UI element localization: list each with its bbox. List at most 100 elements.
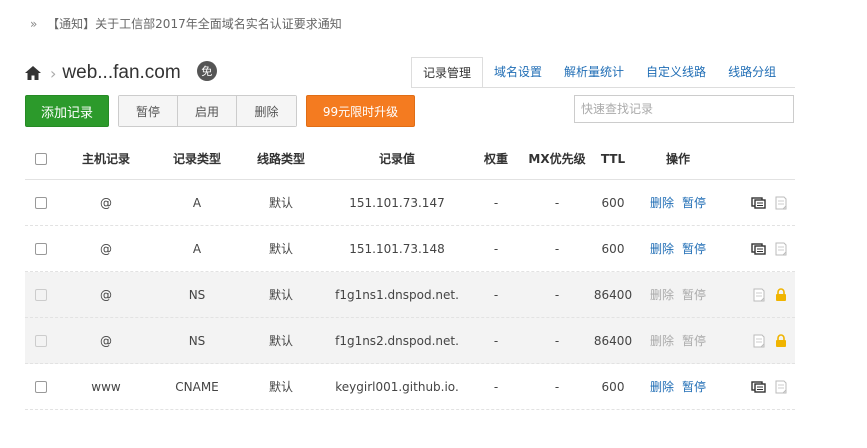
value-cell: 151.101.73.147 bbox=[349, 195, 445, 210]
table-header: 主机记录 记录类型 线路类型 记录值 权重 MX优先级 TTL 操作 bbox=[25, 138, 795, 180]
pause-button[interactable]: 暂停 bbox=[119, 96, 178, 126]
chevron-right-icon: › bbox=[50, 63, 57, 83]
type-cell: A bbox=[192, 195, 202, 210]
lock-icon bbox=[776, 333, 786, 347]
select-all-checkbox[interactable] bbox=[35, 152, 47, 165]
type-cell: NS bbox=[188, 287, 206, 302]
weight-cell: - bbox=[493, 379, 499, 394]
row-delete-link[interactable]: 删除 bbox=[650, 332, 674, 349]
free-plan-badge: 免 bbox=[196, 61, 217, 81]
row-checkbox[interactable] bbox=[35, 334, 47, 347]
note-icon[interactable] bbox=[751, 288, 767, 302]
header-weight: 权重 bbox=[483, 152, 508, 166]
tab-records[interactable]: 记录管理 bbox=[411, 57, 484, 88]
table-body: @ A 默认 151.101.73.147 - - 600 删除 暂停 @ A … bbox=[25, 180, 795, 410]
icons-cell bbox=[723, 196, 795, 210]
host-cell: @ bbox=[100, 241, 112, 256]
note-icon[interactable] bbox=[773, 242, 789, 256]
value-cell: 151.101.73.148 bbox=[349, 241, 445, 256]
tab-divider bbox=[411, 87, 795, 88]
mx-cell: - bbox=[554, 241, 560, 256]
notice-bullet: » bbox=[30, 17, 38, 31]
note-icon[interactable] bbox=[773, 196, 789, 210]
host-cell: www bbox=[91, 379, 121, 394]
ops-cell: 删除 暂停 bbox=[633, 378, 723, 395]
row-select-cell bbox=[25, 242, 57, 255]
remark-icon[interactable] bbox=[751, 242, 767, 256]
row-pause-link[interactable]: 暂停 bbox=[682, 378, 706, 395]
type-cell: CNAME bbox=[175, 379, 219, 394]
mx-cell: - bbox=[554, 379, 560, 394]
row-select-cell bbox=[25, 196, 57, 209]
ops-cell: 删除 暂停 bbox=[633, 286, 723, 303]
row-select-cell bbox=[25, 380, 57, 393]
delete-button[interactable]: 删除 bbox=[237, 96, 296, 126]
select-all-cell bbox=[25, 152, 57, 165]
host-cell: @ bbox=[100, 195, 112, 210]
tab-custom-lines[interactable]: 自定义线路 bbox=[635, 57, 717, 88]
row-select-cell bbox=[25, 288, 57, 301]
mx-cell: - bbox=[554, 195, 560, 210]
note-icon[interactable] bbox=[773, 380, 789, 394]
ttl-cell: 600 bbox=[601, 379, 625, 394]
row-delete-link[interactable]: 删除 bbox=[650, 240, 674, 257]
records-table: 主机记录 记录类型 线路类型 记录值 权重 MX优先级 TTL 操作 @ A 默… bbox=[25, 138, 795, 410]
value-cell: f1g1ns2.dnspod.net. bbox=[335, 333, 459, 348]
row-checkbox[interactable] bbox=[35, 380, 47, 393]
batch-action-group: 暂停 启用 删除 bbox=[118, 95, 297, 127]
icons-cell bbox=[723, 333, 795, 348]
row-pause-link[interactable]: 暂停 bbox=[682, 286, 706, 303]
icons-cell bbox=[723, 380, 795, 394]
notice-link[interactable]: 【通知】关于工信部2017年全面域名实名认证要求通知 bbox=[47, 17, 342, 31]
line-cell: 默认 bbox=[268, 242, 293, 256]
tab-query-stats[interactable]: 解析量统计 bbox=[553, 57, 635, 88]
ttl-cell: 600 bbox=[601, 195, 625, 210]
notice-bar: » 【通知】关于工信部2017年全面域名实名认证要求通知 bbox=[30, 15, 342, 33]
header-value: 记录值 bbox=[378, 152, 415, 166]
header-ops: 操作 bbox=[665, 152, 690, 166]
header-host: 主机记录 bbox=[81, 152, 130, 166]
upgrade-button[interactable]: 99元限时升级 bbox=[306, 95, 415, 127]
row-pause-link[interactable]: 暂停 bbox=[682, 194, 706, 211]
mx-cell: - bbox=[554, 333, 560, 348]
weight-cell: - bbox=[493, 287, 499, 302]
row-delete-link[interactable]: 删除 bbox=[650, 194, 674, 211]
tab-line-groups[interactable]: 线路分组 bbox=[717, 57, 787, 88]
type-cell: A bbox=[192, 241, 202, 256]
type-cell: NS bbox=[188, 333, 206, 348]
row-delete-link[interactable]: 删除 bbox=[650, 378, 674, 395]
table-row: www CNAME 默认 keygirl001.github.io. - - 6… bbox=[25, 364, 795, 410]
enable-button[interactable]: 启用 bbox=[178, 96, 237, 126]
row-select-cell bbox=[25, 334, 57, 347]
ops-cell: 删除 暂停 bbox=[633, 194, 723, 211]
value-cell: f1g1ns1.dnspod.net. bbox=[335, 287, 459, 302]
line-cell: 默认 bbox=[268, 334, 293, 348]
home-icon[interactable] bbox=[24, 64, 42, 82]
host-cell: @ bbox=[100, 333, 112, 348]
tab-domain-settings[interactable]: 域名设置 bbox=[483, 57, 553, 88]
note-icon[interactable] bbox=[751, 334, 767, 348]
row-checkbox[interactable] bbox=[35, 242, 47, 255]
table-row: @ A 默认 151.101.73.147 - - 600 删除 暂停 bbox=[25, 180, 795, 226]
weight-cell: - bbox=[493, 333, 499, 348]
table-row: @ A 默认 151.101.73.148 - - 600 删除 暂停 bbox=[25, 226, 795, 272]
remark-icon[interactable] bbox=[751, 196, 767, 210]
line-cell: 默认 bbox=[268, 380, 293, 394]
add-record-button[interactable]: 添加记录 bbox=[25, 95, 109, 127]
line-cell: 默认 bbox=[268, 288, 293, 302]
ops-cell: 删除 暂停 bbox=[633, 240, 723, 257]
row-checkbox[interactable] bbox=[35, 196, 47, 209]
row-pause-link[interactable]: 暂停 bbox=[682, 240, 706, 257]
search-input[interactable] bbox=[574, 95, 794, 123]
ops-cell: 删除 暂停 bbox=[633, 332, 723, 349]
icons-cell bbox=[723, 242, 795, 256]
mx-cell: - bbox=[554, 287, 560, 302]
row-delete-link[interactable]: 删除 bbox=[650, 286, 674, 303]
remark-icon[interactable] bbox=[751, 380, 767, 394]
header-mx: MX优先级 bbox=[528, 152, 586, 166]
domain-header: › web...fan.com 免 bbox=[24, 58, 217, 88]
row-pause-link[interactable]: 暂停 bbox=[682, 332, 706, 349]
row-checkbox[interactable] bbox=[35, 288, 47, 301]
weight-cell: - bbox=[493, 241, 499, 256]
ttl-cell: 600 bbox=[601, 241, 625, 256]
